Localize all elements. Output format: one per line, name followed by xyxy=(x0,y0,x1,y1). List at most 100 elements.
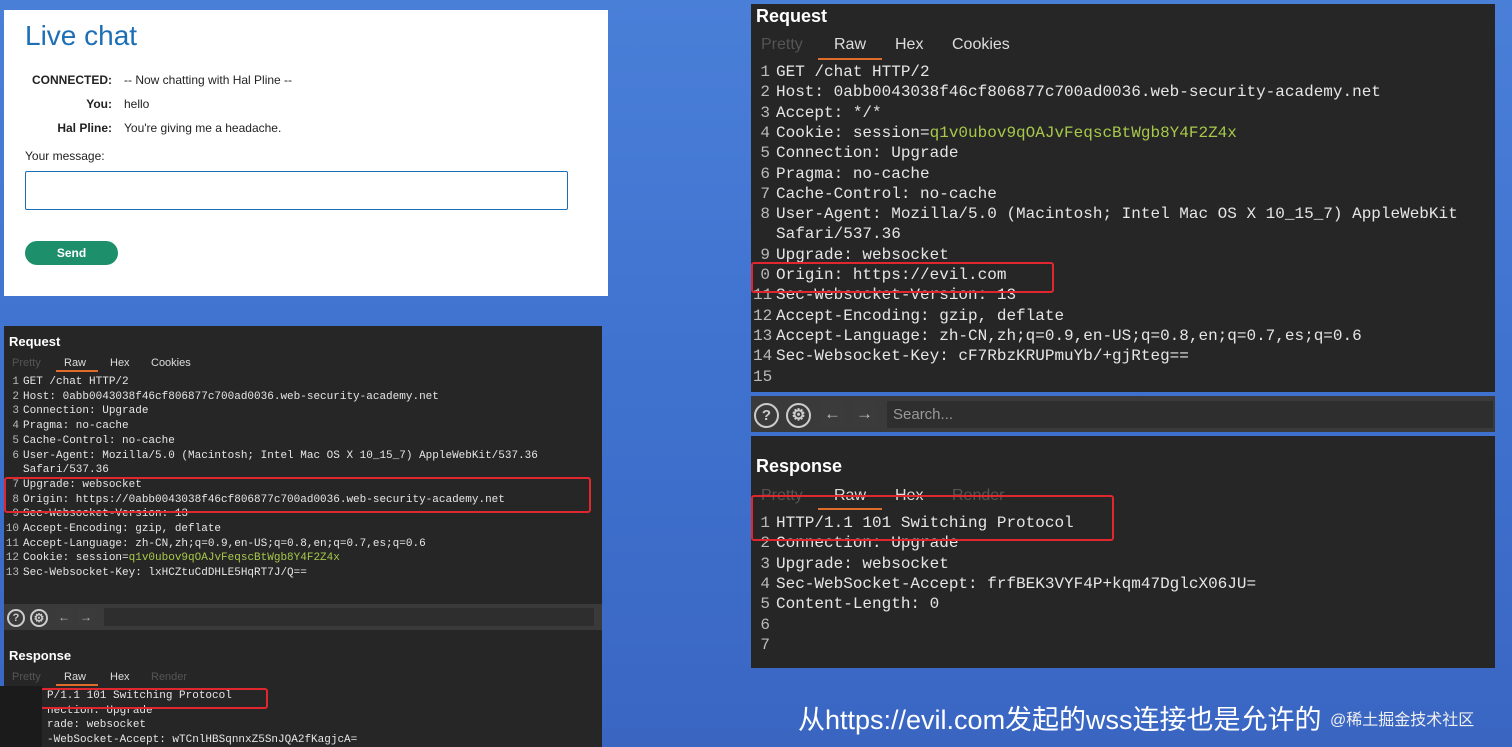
line-number: 5 xyxy=(760,144,770,163)
line-number: 10 xyxy=(5,523,19,535)
code-line-text: Sec-Websocket-Key: cF7RbzKRUPmuYb/+gjRte… xyxy=(776,347,1189,366)
big-request-active-tab-underline xyxy=(818,58,882,60)
big-search-input[interactable]: Search... xyxy=(887,401,1493,428)
message-input[interactable] xyxy=(25,171,568,210)
code-line: Accept-Language: zh-CN,zh;q=0.9,en-US;q=… xyxy=(776,327,1362,345)
code-line: Upgrade: websocket xyxy=(776,555,949,573)
code-line-text: Sec-WebSocket-Accept: frfBEK3VYF4P+kqm47… xyxy=(776,574,1257,593)
back-arrow-icon[interactable]: ← xyxy=(819,401,846,427)
line-number: 9 xyxy=(760,245,770,264)
back-arrow-icon[interactable]: ← xyxy=(55,608,73,626)
code-line-text: Accept-Language: zh-CN,zh;q=0.9,en-US;q=… xyxy=(776,326,1362,345)
code-line-text: Upgrade: websocket xyxy=(776,245,949,264)
line-number: 11 xyxy=(5,537,19,550)
line-number: 5 xyxy=(760,595,770,614)
line-number: 7 xyxy=(760,635,770,654)
code-line-text: GET /chat HTTP/2 xyxy=(776,63,930,81)
presenter-avatar xyxy=(0,686,42,747)
code-line: GET /chat HTTP/2 xyxy=(23,376,129,388)
small-response-highlight xyxy=(40,688,268,709)
code-line: Pragma: no-cache xyxy=(23,420,129,432)
code-line-text: Accept-Encoding: gzip, deflate xyxy=(776,306,1065,325)
code-line: Sec-WebSocket-Accept: frfBEK3VYF4P+kqm47… xyxy=(776,575,1256,593)
code-line: Cookie: session=q1v0ubov9qOAJvFeqscBtWgb… xyxy=(776,124,1237,142)
line-number: 7 xyxy=(760,184,770,203)
line-number: 1 xyxy=(760,63,770,81)
line-number: 3 xyxy=(12,405,19,418)
small-origin-highlight xyxy=(4,477,591,513)
send-button[interactable]: Send xyxy=(25,241,118,265)
code-line: User-Agent: Mozilla/5.0 (Macintosh; Inte… xyxy=(776,205,1458,223)
tab-cookies[interactable]: Cookies xyxy=(151,357,191,369)
line-number: 3 xyxy=(760,554,770,573)
code-line: Sec-Websocket-Key: lxHCZtuCdDHLE5HqRT7J/… xyxy=(23,567,307,579)
help-icon[interactable]: ? xyxy=(754,403,779,428)
code-line: Cookie: session=q1v0ubov9qOAJvFeqscBtWgb… xyxy=(23,552,340,564)
code-line: Accept-Encoding: gzip, deflate xyxy=(23,523,221,535)
tab-hex[interactable]: Hex xyxy=(110,671,130,683)
code-line: Safari/537.36 xyxy=(776,225,901,243)
line-number: 6 xyxy=(12,449,19,462)
code-line-text: Host: 0abb0043038f46cf806877c700ad0036.w… xyxy=(23,390,439,403)
code-line-text: Connection: Upgrade xyxy=(776,144,959,163)
line-number: 4 xyxy=(12,420,19,433)
code-line-text: Pragma: no-cache xyxy=(23,420,129,433)
code-line: Accept-Language: zh-CN,zh;q=0.9,en-US;q=… xyxy=(23,538,426,550)
line-number: 15 xyxy=(753,367,773,386)
code-line: Host: 0abb0043038f46cf806877c700ad0036.w… xyxy=(23,391,439,403)
big-response-title: Response xyxy=(756,456,843,476)
code-line: Cache-Control: no-cache xyxy=(23,435,175,447)
code-line: Sec-Websocket-Key: cF7RbzKRUPmuYb/+gjRte… xyxy=(776,347,1189,365)
tab-raw[interactable]: Raw xyxy=(64,357,86,369)
origin-evil-highlight xyxy=(751,262,1054,293)
code-line-text: Safari/537.36 xyxy=(23,464,109,477)
line-number: 4 xyxy=(760,574,770,593)
chat-sender: Hal Pline: xyxy=(57,121,112,135)
line-number: 14 xyxy=(753,347,773,366)
tab-raw[interactable]: Raw xyxy=(834,36,866,54)
code-line-text: Accept: */* xyxy=(776,103,882,122)
code-line: Pragma: no-cache xyxy=(776,165,930,183)
settings-icon[interactable]: ⚙ xyxy=(30,609,48,627)
tab-hex[interactable]: Hex xyxy=(110,357,130,369)
code-line-text: Pragma: no-cache xyxy=(776,164,930,183)
line-number: 13 xyxy=(5,567,19,580)
help-icon[interactable]: ? xyxy=(7,609,25,627)
code-line-text: Connection: Upgrade xyxy=(23,405,149,418)
forward-arrow-icon[interactable]: → xyxy=(77,608,95,626)
tab-pretty[interactable]: Pretty xyxy=(761,36,803,54)
code-line: Content-Length: 0 xyxy=(776,595,939,613)
code-line: Upgrade: websocket xyxy=(776,246,949,264)
code-line: Accept: */* xyxy=(776,104,882,122)
tab-render[interactable]: Render xyxy=(151,671,187,683)
tab-raw[interactable]: Raw xyxy=(64,671,86,683)
live-chat-title: Live chat xyxy=(25,20,138,51)
line-number: 6 xyxy=(760,164,770,183)
chat-text: You're giving me a headache. xyxy=(124,121,282,135)
chat-text: hello xyxy=(124,97,150,111)
code-line: rade: websocket xyxy=(47,719,146,731)
code-line: GET /chat HTTP/2 xyxy=(776,63,930,81)
settings-icon[interactable]: ⚙ xyxy=(786,403,811,428)
line-number: 2 xyxy=(12,390,19,403)
line-number: 12 xyxy=(5,552,19,565)
small-search-input[interactable] xyxy=(104,608,594,626)
code-line-text: rade: websocket xyxy=(47,719,147,732)
small-response-title: Response xyxy=(9,648,72,663)
session-cookie-value: q1v0ubov9qOAJvFeqscBtWgb8Y4F2Z4x xyxy=(128,552,340,565)
tab-hex[interactable]: Hex xyxy=(895,36,923,54)
code-line-text: Accept-Language: zh-CN,zh;q=0.9,en-US;q=… xyxy=(23,537,426,550)
code-line: Accept-Encoding: gzip, deflate xyxy=(776,307,1064,325)
big-request-title: Request xyxy=(756,6,828,26)
chat-sender: CONNECTED: xyxy=(32,73,112,87)
code-line: Connection: Upgrade xyxy=(23,405,148,417)
code-line-text: Host: 0abb0043038f46cf806877c700ad0036.w… xyxy=(776,83,1381,102)
line-number: 1 xyxy=(12,376,19,388)
tab-cookies[interactable]: Cookies xyxy=(952,36,1010,54)
code-line-text: User-Agent: Mozilla/5.0 (Macintosh; Inte… xyxy=(776,205,1458,224)
tab-pretty[interactable]: Pretty xyxy=(12,671,41,683)
code-line-text: Safari/537.36 xyxy=(776,225,901,244)
tab-pretty[interactable]: Pretty xyxy=(12,357,41,369)
forward-arrow-icon[interactable]: → xyxy=(851,401,878,427)
code-line-text: Cache-Control: no-cache xyxy=(776,184,997,203)
